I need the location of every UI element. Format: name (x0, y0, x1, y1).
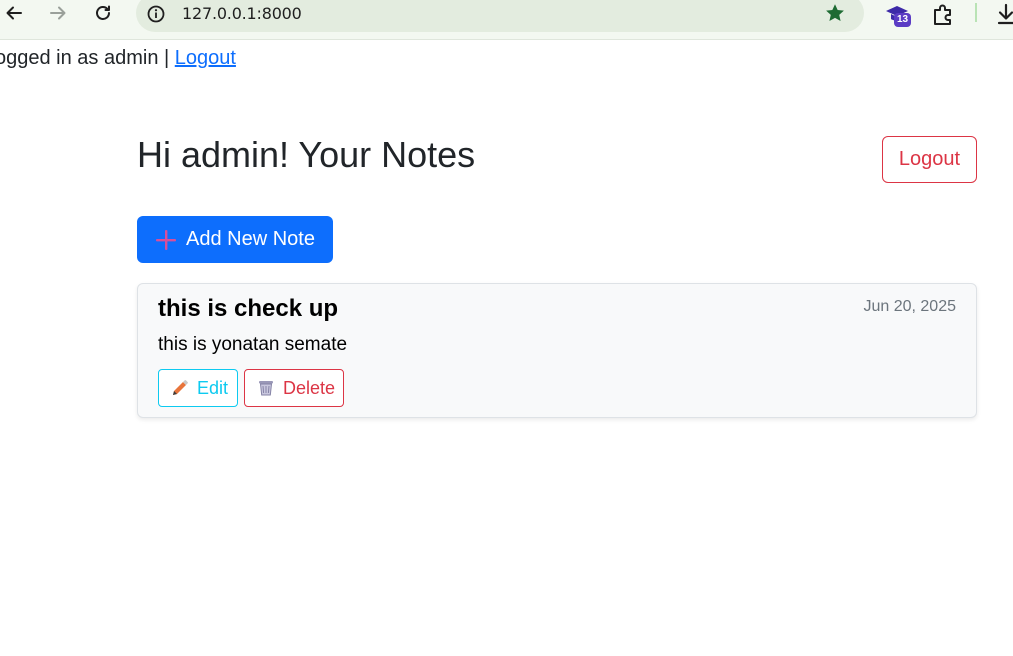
delete-label: Delete (283, 377, 336, 398)
address-bar[interactable]: 127.0.0.1:8000 (136, 0, 864, 32)
info-icon[interactable] (146, 4, 166, 24)
logout-button[interactable]: Logout (882, 136, 977, 183)
note-card: this is check up Jun 20, 2025 this is yo… (137, 283, 977, 418)
reload-icon[interactable] (91, 1, 115, 25)
wastebasket-icon (257, 379, 275, 397)
logout-link[interactable]: Logout (175, 47, 236, 69)
logout-button-label: Logout (898, 148, 961, 170)
back-arrow-icon[interactable] (2, 1, 26, 25)
pencil-icon (171, 379, 189, 397)
browser-toolbar: 127.0.0.1:8000 13 (0, 0, 1013, 40)
add-note-button[interactable]: Add New Note (137, 216, 333, 263)
bookmark-star-icon[interactable] (824, 2, 846, 24)
page-title: Hi admin! Your Notes (137, 134, 476, 175)
download-icon[interactable] (994, 2, 1013, 28)
toolbar-divider (975, 3, 977, 22)
url-text[interactable]: 127.0.0.1:8000 (182, 4, 302, 23)
delete-note-button[interactable]: Delete (244, 369, 344, 407)
add-note-label: Add New Note (186, 228, 315, 250)
plus-icon (155, 229, 177, 251)
edit-label: Edit (197, 377, 229, 398)
note-title: this is check up (158, 295, 339, 322)
edit-note-button[interactable]: Edit (158, 369, 238, 407)
note-date: Jun 20, 2025 (863, 298, 956, 315)
puzzle-extensions-icon[interactable] (930, 2, 956, 28)
login-status: ogged in as admin | Logout (0, 47, 236, 70)
login-status-text: ogged in as admin | (0, 47, 175, 69)
extension-badge: 13 (894, 13, 912, 27)
forward-arrow-icon[interactable] (46, 1, 70, 25)
note-body: this is yonatan semate (158, 334, 348, 355)
